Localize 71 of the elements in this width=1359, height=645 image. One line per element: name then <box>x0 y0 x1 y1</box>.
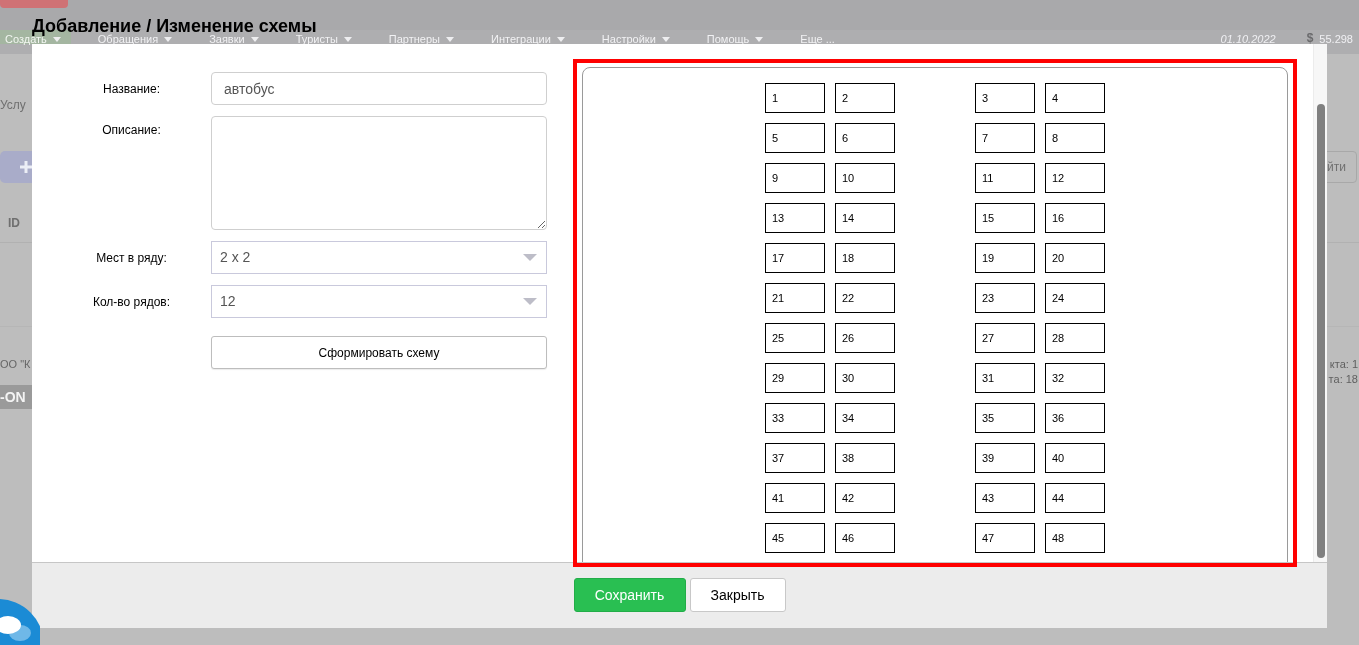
currency-sign: $ <box>1306 33 1314 44</box>
seat[interactable]: 13 <box>765 203 825 233</box>
seat[interactable]: 44 <box>1045 483 1105 513</box>
seat[interactable]: 2 <box>835 83 895 113</box>
dropdown-field[interactable]: 2 x 2 <box>211 241 547 274</box>
logo-icon <box>0 0 68 8</box>
seat[interactable]: 30 <box>835 363 895 393</box>
seat[interactable]: 37 <box>765 443 825 473</box>
seat[interactable]: 46 <box>835 523 895 553</box>
company-text: ОО "К <box>0 357 31 372</box>
seat[interactable]: 9 <box>765 163 825 193</box>
contact-text: кта: 1 <box>1329 357 1358 372</box>
seat[interactable]: 15 <box>975 203 1035 233</box>
seat[interactable]: 38 <box>835 443 895 473</box>
seat[interactable]: 5 <box>765 123 825 153</box>
seat[interactable]: 31 <box>975 363 1035 393</box>
contact-text: та: 18 <box>1328 372 1358 387</box>
plus-icon <box>19 161 32 173</box>
seat[interactable]: 26 <box>835 323 895 353</box>
seat[interactable]: 35 <box>975 403 1035 433</box>
seat[interactable]: 33 <box>765 403 825 433</box>
column-header: ID <box>8 216 20 230</box>
caret-down-icon <box>523 298 537 305</box>
seat[interactable]: 22 <box>835 283 895 313</box>
seat[interactable]: 48 <box>1045 523 1105 553</box>
seat[interactable]: 28 <box>1045 323 1105 353</box>
dropdown-field[interactable]: 12 <box>211 285 547 318</box>
seat[interactable]: 20 <box>1045 243 1105 273</box>
seat[interactable]: 39 <box>975 443 1035 473</box>
seat[interactable]: 24 <box>1045 283 1105 313</box>
seat[interactable]: 29 <box>765 363 825 393</box>
seat[interactable]: 3 <box>975 83 1035 113</box>
exchange-rate: 55.298 <box>1319 34 1353 44</box>
seat[interactable]: 12 <box>1045 163 1105 193</box>
scrollbar-thumb[interactable] <box>1316 104 1325 558</box>
caret-down-icon <box>523 254 537 261</box>
seat[interactable]: 4 <box>1045 83 1105 113</box>
field-label: Описание: <box>101 122 162 137</box>
seat[interactable]: 34 <box>835 403 895 433</box>
close-button[interactable]: Закрыть <box>689 578 786 612</box>
date-text: 01.10.2022 <box>1220 34 1276 44</box>
seat[interactable]: 6 <box>835 123 895 153</box>
seat[interactable]: 18 <box>835 243 895 273</box>
seat[interactable]: 47 <box>975 523 1035 553</box>
chat-icon[interactable] <box>0 599 40 645</box>
field-label: Мест в ряду: <box>95 250 168 265</box>
seat[interactable]: 45 <box>765 523 825 553</box>
seat[interactable]: 1 <box>765 83 825 113</box>
seat[interactable]: 27 <box>975 323 1035 353</box>
seat[interactable]: 21 <box>765 283 825 313</box>
generate-scheme-button[interactable]: Сформировать схему <box>211 336 547 369</box>
seat[interactable]: 14 <box>835 203 895 233</box>
seat[interactable]: 8 <box>1045 123 1105 153</box>
text-area-field[interactable] <box>211 116 547 230</box>
seat[interactable]: 11 <box>975 163 1035 193</box>
seat[interactable]: 17 <box>765 243 825 273</box>
seat[interactable]: 41 <box>765 483 825 513</box>
field-label: Название: <box>102 81 161 96</box>
seat[interactable]: 19 <box>975 243 1035 273</box>
seat[interactable]: 32 <box>1045 363 1105 393</box>
field-label: Кол-во рядов: <box>91 294 172 309</box>
seat[interactable]: 25 <box>765 323 825 353</box>
seat[interactable]: 43 <box>975 483 1035 513</box>
seat[interactable]: 36 <box>1045 403 1105 433</box>
seat[interactable]: 7 <box>975 123 1035 153</box>
seat[interactable]: 23 <box>975 283 1035 313</box>
seat[interactable]: 16 <box>1045 203 1105 233</box>
seat[interactable]: 40 <box>1045 443 1105 473</box>
seat[interactable]: 10 <box>835 163 895 193</box>
text-field[interactable]: автобус <box>211 72 547 105</box>
seat[interactable]: 42 <box>835 483 895 513</box>
